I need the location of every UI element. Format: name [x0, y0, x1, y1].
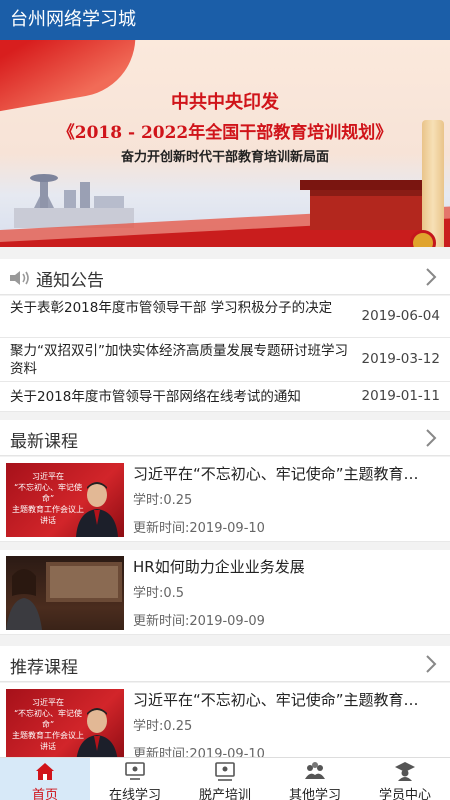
speaker-portrait [76, 708, 118, 763]
city-skyline-illustration [14, 174, 134, 228]
course-hours: 学时:0.25 [133, 493, 193, 508]
tab-training[interactable]: 脱产培训 [180, 758, 270, 800]
notice-text: 关于2018年度市管领导干部网络在线考试的通知 [10, 389, 301, 405]
course-thumbnail: 习近平在 “不忘初心、牢记使命” 主题教育工作会议上讲话 [6, 689, 124, 763]
notice-section-header[interactable]: 通知公告 [0, 259, 450, 295]
course-card[interactable]: 习近平在 “不忘初心、牢记使命” 主题教育工作会议上讲话 习近平在“不忘初心、牢… [0, 683, 450, 768]
notice-item[interactable]: 聚力“双招双引”加快实体经济高质量发展专题研讨班学习资料 2019-03-12 [0, 338, 450, 382]
bottom-tab-bar: 首页 在线学习 脱产培训 其他学习 学员中心 [0, 757, 450, 800]
speaker-icon [10, 271, 29, 285]
tab-home[interactable]: 首页 [0, 758, 90, 800]
tab-label: 首页 [31, 788, 58, 800]
recommended-courses-title: 推荐课程 [10, 658, 78, 678]
recommended-courses-header[interactable]: 推荐课程 [0, 646, 450, 682]
notice-date: 2019-01-11 [361, 388, 440, 404]
notice-text: 聚力“双招双引”加快实体经济高质量发展专题研讨班学习资料 [10, 343, 348, 377]
latest-courses-header[interactable]: 最新课程 [0, 420, 450, 456]
course-card[interactable]: 习近平在 “不忘初心、牢记使命” 主题教育工作会议上讲话 习近平在“不忘初心、牢… [0, 457, 450, 542]
course-title: 习近平在“不忘初心、牢记使命”主题教育工作会议上讲话 [133, 691, 433, 709]
course-thumbnail: 习近平在 “不忘初心、牢记使命” 主题教育工作会议上讲话 [6, 463, 124, 537]
tab-other-learning[interactable]: 其他学习 [270, 758, 360, 800]
student-center-icon [395, 762, 415, 781]
notice-date: 2019-06-04 [361, 308, 440, 324]
notice-item[interactable]: 关于2018年度市管领导干部网络在线考试的通知 2019-01-11 [0, 382, 450, 412]
course-updated: 更新时间:2019-09-09 [133, 614, 265, 629]
notice-item[interactable]: 关于表彰2018年度市管领导干部 学习积极分子的决定 2019-06-04 [0, 296, 450, 338]
gate-roof [300, 180, 440, 190]
tiananmen-illustration [310, 190, 430, 230]
chevron-right-icon[interactable] [424, 267, 438, 287]
app-title-bar: 台州网络学习城 [0, 0, 450, 40]
other-learning-icon [305, 762, 325, 779]
course-title: 习近平在“不忘初心、牢记使命”主题教育工作会议上讲话 [133, 465, 433, 483]
course-thumbnail [6, 556, 124, 630]
notice-section-title: 通知公告 [36, 271, 104, 291]
course-hours: 学时:0.25 [133, 719, 193, 734]
tab-student-center[interactable]: 学员中心 [360, 758, 450, 800]
tab-label: 学员中心 [378, 788, 431, 800]
notice-date: 2019-03-12 [361, 351, 440, 367]
chevron-right-icon[interactable] [424, 428, 438, 448]
tab-label: 脱产培训 [198, 788, 251, 800]
course-card[interactable]: HR如何助力企业业务发展 学时:0.5 更新时间:2019-09-09 [0, 550, 450, 635]
tab-online-learning[interactable]: 在线学习 [90, 758, 180, 800]
speaker-portrait [76, 482, 118, 537]
tab-label: 其他学习 [288, 788, 341, 800]
notice-text: 关于表彰2018年度市管领导干部 学习积极分子的决定 [10, 300, 333, 316]
online-learning-icon [125, 762, 145, 780]
tab-label: 在线学习 [108, 788, 161, 800]
lecturer-portrait [6, 562, 122, 630]
banner-headline: 中共中央印发 [171, 92, 279, 113]
course-title: HR如何助力企业业务发展 [133, 558, 305, 576]
home-icon [36, 763, 54, 780]
banner-subheadline: 《2018 - 2022年全国干部教育培训规划》 [57, 123, 393, 143]
banner-carousel[interactable]: ★ 中共中央印发 《2018 - 2022年全国干部教育培训规划》 奋力开创新时… [0, 40, 450, 247]
banner-slogan: 奋力开创新时代干部教育培训新局面 [120, 150, 329, 165]
course-updated: 更新时间:2019-09-10 [133, 521, 265, 536]
course-hours: 学时:0.5 [133, 586, 185, 601]
latest-courses-title: 最新课程 [10, 432, 78, 452]
app-title: 台州网络学习城 [10, 9, 136, 30]
chevron-right-icon[interactable] [424, 654, 438, 674]
training-icon [215, 762, 235, 781]
